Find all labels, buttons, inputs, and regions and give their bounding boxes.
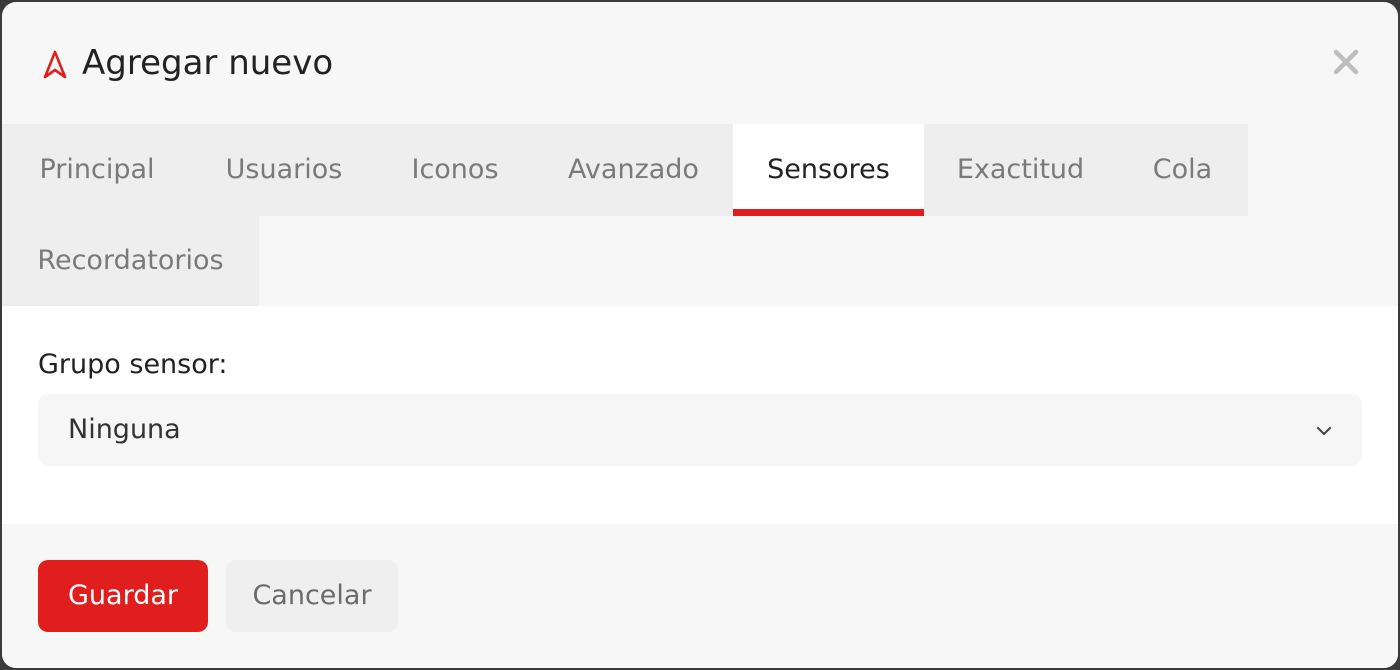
tab-usuarios[interactable]: Usuarios — [192, 124, 376, 216]
close-icon[interactable] — [1328, 44, 1364, 80]
tab-exactitud[interactable]: Exactitud — [924, 124, 1117, 216]
navigation-arrow-icon — [42, 50, 68, 80]
sensor-group-select[interactable]: Ninguna — [38, 394, 1362, 466]
tab-cola[interactable]: Cola — [1117, 124, 1248, 216]
sensor-group-label: Grupo sensor: — [38, 349, 228, 380]
cancel-button[interactable]: Cancelar — [226, 560, 398, 632]
dialog-title: Agregar nuevo — [82, 43, 334, 83]
dialog-header: Agregar nuevo — [2, 2, 1398, 124]
tab-recordatorios[interactable]: Recordatorios — [2, 216, 259, 308]
sensor-group-value: Ninguna — [68, 414, 181, 445]
sensors-tab-content: Grupo sensor: Ninguna — [2, 306, 1398, 524]
tab-principal[interactable]: Principal — [2, 124, 192, 216]
tab-iconos[interactable]: Iconos — [376, 124, 534, 216]
dialog-footer: Guardar Cancelar — [2, 524, 1398, 668]
save-button[interactable]: Guardar — [38, 560, 208, 632]
tab-avanzado[interactable]: Avanzado — [534, 124, 733, 216]
add-new-dialog: Agregar nuevo Principal Usuarios Iconos … — [2, 2, 1398, 668]
tab-sensores[interactable]: Sensores — [733, 124, 924, 216]
chevron-down-icon — [1314, 421, 1334, 441]
tab-bar: Principal Usuarios Iconos Avanzado Senso… — [2, 124, 1398, 308]
